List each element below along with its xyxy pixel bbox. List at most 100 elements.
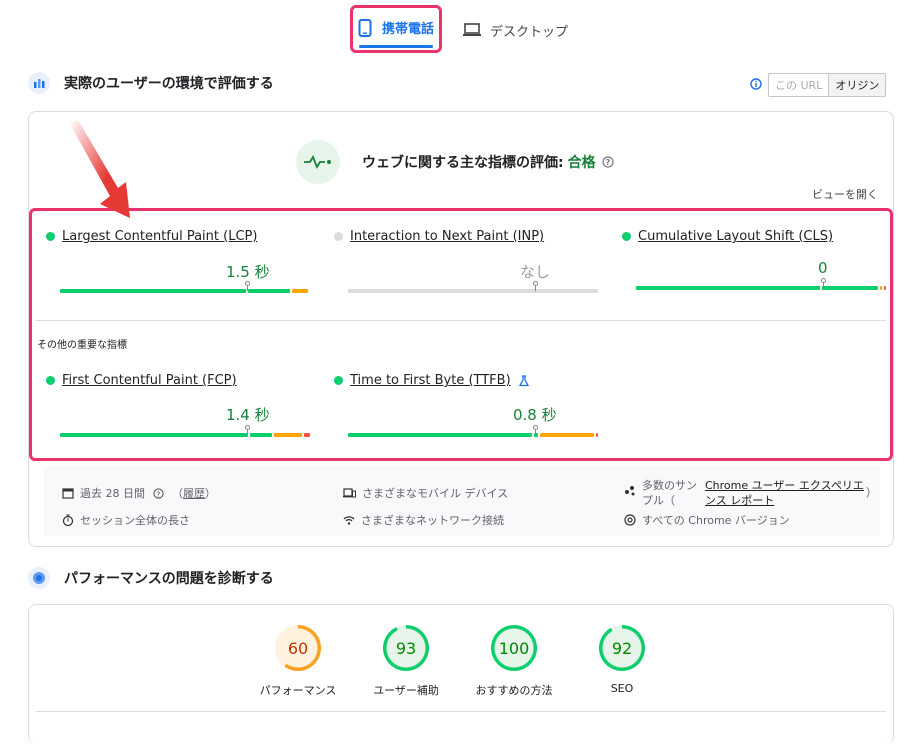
toggle-this-url[interactable]: この URL (768, 73, 829, 97)
good-dot (46, 232, 55, 241)
crux-report-link[interactable]: Chrome ユーザー エクスペリエ ンス レポート (705, 478, 875, 508)
footer-samples-close: ） (866, 486, 877, 499)
metric-inp-distribution (348, 289, 598, 293)
footer-session-text: セッション全体の長さ (80, 514, 190, 527)
cwv-label: ウェブに関する主な指標の評価: (362, 155, 564, 171)
metric-lcp-link[interactable]: Largest Contentful Paint (LCP) (46, 229, 308, 244)
cwv-assessment: ウェブに関する主な指標の評価: 合格 ? (362, 152, 614, 172)
metric-fcp-name: First Contentful Paint (FCP) (62, 373, 237, 388)
good-dot (622, 232, 631, 241)
field-data-title: 実際のユーザーの環境で評価する (64, 76, 274, 92)
url-origin-toggle: この URL オリジン (768, 73, 887, 97)
metric-cls-value: 0 (818, 259, 828, 277)
cwv-status: 合格 (567, 155, 596, 171)
lab-divider (36, 711, 886, 712)
crux-report-a: Chrome ユーザー エクスペリエ (705, 479, 864, 492)
metric-ttfb: Time to First Byte (TTFB) (334, 373, 596, 388)
ttfb-percentile-marker (533, 425, 538, 430)
tab-desktop[interactable]: デスクトップ (462, 10, 568, 50)
footer-versions: すべての Chrome バージョン (624, 512, 790, 528)
samples-dots-icon (625, 486, 635, 496)
score-gauge-ring: 60 (275, 625, 321, 671)
metric-fcp-value: 1.4 秒 (226, 406, 270, 424)
expand-view-link[interactable]: ビューを開く (812, 186, 878, 202)
users-chart-icon (28, 72, 50, 94)
metric-ttfb-name: Time to First Byte (TTFB) (350, 373, 511, 388)
help-icon[interactable]: ? (153, 487, 164, 499)
metric-inp-link[interactable]: Interaction to Next Paint (INP) (334, 229, 596, 244)
score-label: ユーザー補助 (373, 684, 439, 697)
metric-lcp-value: 1.5 秒 (226, 263, 270, 281)
metric-ttfb-distribution (348, 433, 598, 437)
metric-cls-distribution (636, 286, 886, 290)
footer-devices-text: さまざまなモバイル デバイス (362, 487, 509, 500)
crux-report-b: ンス レポート (705, 494, 775, 507)
good-dot (334, 376, 343, 385)
fcp-percentile-marker (245, 425, 250, 430)
metric-cls-link[interactable]: Cumulative Layout Shift (CLS) (622, 229, 884, 244)
tab-mobile[interactable]: 携帯電話 (350, 5, 442, 53)
metric-inp: Interaction to Next Paint (INP) (334, 229, 596, 244)
lighthouse-icon (28, 567, 50, 589)
phone-icon (358, 18, 372, 37)
score-value: 100 (498, 638, 530, 658)
experimental-flask-icon (518, 374, 529, 386)
pulse-icon (296, 140, 340, 184)
metric-lcp: Largest Contentful Paint (LCP) (46, 229, 308, 244)
wifi-icon (343, 516, 355, 525)
laptop-icon (463, 23, 481, 36)
score-gauge-ring: 92 (599, 625, 645, 671)
metric-fcp-link[interactable]: First Contentful Paint (FCP) (46, 373, 308, 388)
history-link[interactable]: 履歴 (183, 485, 205, 501)
metric-fcp-distribution (60, 433, 310, 437)
metric-lcp-name: Largest Contentful Paint (LCP) (62, 229, 258, 244)
chrome-icon (624, 514, 636, 526)
footer-versions-text: すべての Chrome バージョン (642, 514, 790, 527)
score-label: おすすめの方法 (475, 684, 553, 697)
annotation-arrow (70, 120, 130, 218)
svg-text:?: ? (605, 158, 610, 167)
footer-network: さまざまなネットワーク接続 (343, 512, 504, 528)
score-gauge-ring: 93 (383, 625, 429, 671)
footer-period-text: 過去 28 日間 (80, 487, 145, 500)
lab-data-title: パフォーマンスの問題を診断する (64, 571, 274, 587)
score-value: 60 (287, 638, 309, 658)
lcp-percentile-marker (245, 281, 250, 286)
history-open-paren: （ (172, 487, 183, 500)
timer-icon (62, 514, 74, 526)
history-close-paren: ） (205, 487, 216, 500)
metric-lcp-distribution (60, 289, 308, 293)
score-label: SEO (610, 682, 634, 695)
score-gauge-ring: 100 (491, 625, 537, 671)
no-data-dot (334, 232, 343, 241)
score-value: 93 (395, 638, 417, 658)
footer-network-text: さまざまなネットワーク接続 (361, 514, 504, 527)
lab-data-card (28, 604, 894, 744)
field-data-header: 実際のユーザーの環境で評価する (28, 72, 274, 94)
divider (36, 320, 886, 321)
toggle-origin[interactable]: オリジン (828, 73, 887, 97)
metric-ttfb-value: 0.8 秒 (513, 406, 557, 424)
help-icon[interactable]: ? (602, 156, 614, 168)
metric-cls-name: Cumulative Layout Shift (CLS) (638, 229, 834, 244)
metric-fcp: First Contentful Paint (FCP) (46, 373, 308, 388)
score-label: パフォーマンス (259, 684, 337, 697)
footer-period: 過去 28 日間 ? （ 履歴 ） (62, 485, 216, 501)
metric-inp-name: Interaction to Next Paint (INP) (350, 229, 545, 244)
active-tab-indicator (359, 45, 433, 48)
cls-percentile-marker (821, 278, 826, 283)
device-tabs: 携帯電話 デスクトップ (0, 0, 920, 60)
info-icon[interactable] (750, 78, 762, 90)
svg-text:?: ? (157, 489, 161, 498)
metric-cls: Cumulative Layout Shift (CLS) (622, 229, 884, 244)
metrics-highlight-box (29, 208, 893, 461)
tab-mobile-label: 携帯電話 (381, 22, 434, 37)
good-dot (46, 376, 55, 385)
tab-desktop-label: デスクトップ (490, 24, 569, 40)
devices-icon (343, 488, 356, 498)
metric-inp-value: なし (520, 263, 551, 281)
lab-data-header: パフォーマンスの問題を診断する (28, 567, 274, 589)
calendar-icon (62, 488, 74, 499)
inp-percentile-marker (533, 281, 538, 286)
metric-ttfb-link[interactable]: Time to First Byte (TTFB) (334, 373, 596, 388)
